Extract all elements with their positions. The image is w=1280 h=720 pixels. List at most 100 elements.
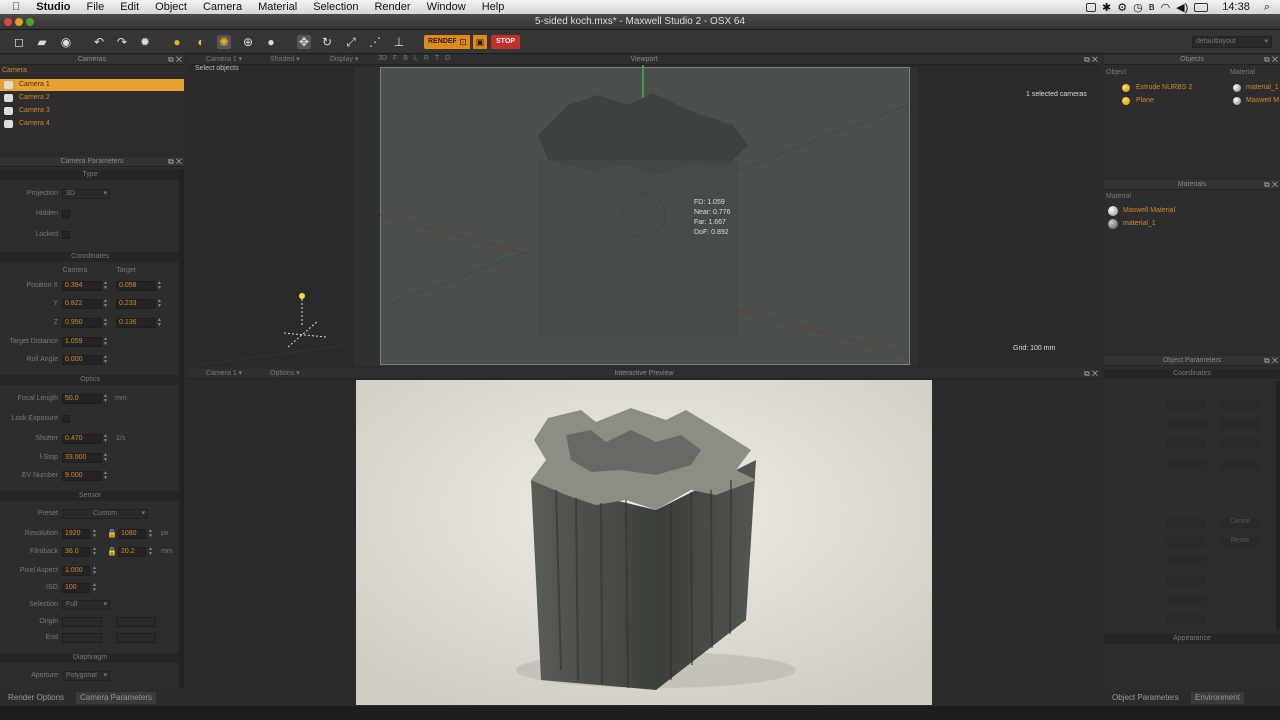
open-folder-icon[interactable]: ▰ — [35, 35, 49, 49]
menu-selection[interactable]: Selection — [305, 0, 366, 14]
view-right-button[interactable]: R — [424, 55, 429, 62]
close-window-icon[interactable] — [4, 18, 12, 26]
clock[interactable]: 14:38 — [1222, 1, 1250, 13]
view-back-button[interactable]: B — [403, 55, 408, 62]
appearance-section[interactable]: Appearance — [1104, 634, 1280, 644]
target-distance-field[interactable]: 1.059 — [62, 337, 102, 347]
save-icon[interactable]: ◉ — [59, 35, 73, 49]
float-panel-icon[interactable]: ⧉ — [1264, 356, 1270, 365]
reset-button[interactable]: Reset — [1220, 537, 1260, 547]
menu-edit[interactable]: Edit — [112, 0, 147, 14]
spinner-icon[interactable]: ▲ ▼ — [103, 434, 109, 444]
object-icon[interactable]: ⊕ — [241, 35, 255, 49]
sun-icon[interactable]: ● — [170, 35, 184, 49]
layout-select[interactable]: defaultlayout ▾ — [1192, 36, 1272, 48]
spinner-icon[interactable]: ▲ ▼ — [148, 529, 154, 539]
material-item[interactable]: material_1 — [1123, 220, 1156, 227]
object-material[interactable]: Maxwell M — [1246, 97, 1280, 104]
view-left-button[interactable]: L — [414, 55, 418, 62]
close-icon[interactable]: ✕ — [176, 55, 182, 64]
spinner-icon[interactable]: ▲ ▼ — [92, 566, 98, 576]
spinner-icon[interactable]: ▲ ▼ — [92, 529, 98, 539]
preset-select[interactable]: Custom ▾ — [62, 509, 148, 519]
fstop-field[interactable]: 33.000 — [62, 453, 102, 463]
undo-icon[interactable]: ↶ — [92, 35, 106, 49]
float-panel-icon[interactable]: ⧉ — [168, 157, 174, 166]
stop-button[interactable]: STOP — [491, 35, 520, 49]
lock-icon[interactable]: 🔒 — [107, 529, 117, 538]
object-item[interactable]: Plane — [1136, 97, 1154, 104]
close-icon[interactable]: ✕ — [1092, 369, 1098, 378]
viewport-camera-menu[interactable]: Camera 1 ▾ — [206, 55, 242, 63]
spinner-icon[interactable]: ▲ ▼ — [103, 471, 109, 481]
menu-camera[interactable]: Camera — [195, 0, 250, 14]
optics-section-header[interactable]: Optics — [0, 375, 180, 385]
type-section-header[interactable]: Type — [0, 170, 180, 180]
sphere-icon[interactable]: ● — [264, 35, 278, 49]
shutter-field[interactable]: 0.470 — [62, 434, 102, 444]
close-icon[interactable]: ✕ — [1092, 55, 1098, 64]
iso-field[interactable]: 100 — [62, 583, 90, 593]
camera-list-item[interactable]: Camera 3 — [0, 105, 184, 117]
tab-object-parameters[interactable]: Object Parameters — [1112, 692, 1179, 704]
float-panel-icon[interactable]: ⧉ — [1264, 55, 1270, 64]
sensor-section-header[interactable]: Sensor — [0, 491, 180, 501]
bluetooth-icon[interactable]: ʙ — [1149, 1, 1155, 13]
spinner-icon[interactable]: ▲ ▼ — [148, 547, 154, 557]
close-icon[interactable]: ✕ — [1272, 180, 1278, 189]
scale-tool-icon[interactable]: ⤢ — [344, 35, 358, 49]
hidden-checkbox[interactable] — [62, 210, 70, 218]
zoom-window-icon[interactable] — [26, 18, 34, 26]
locked-checkbox[interactable] — [62, 231, 70, 239]
menu-help[interactable]: Help — [474, 0, 513, 14]
new-scene-icon[interactable]: ◻ — [12, 35, 26, 49]
preview-options-menu[interactable]: Options ▾ — [270, 369, 300, 377]
render-preview-image[interactable] — [356, 380, 932, 705]
move-tool-icon[interactable]: ✥ — [297, 35, 311, 49]
target-z-field[interactable]: 0.136 — [116, 318, 156, 328]
settings-icon[interactable]: ✹ — [138, 35, 152, 49]
float-panel-icon[interactable]: ⧉ — [1264, 180, 1270, 189]
spinner-icon[interactable]: ▲ ▼ — [92, 583, 98, 593]
focal-length-field[interactable]: 50.0 — [62, 394, 102, 404]
spinner-icon[interactable]: ▲ ▼ — [103, 299, 109, 309]
view-3d-button[interactable]: 3D — [378, 55, 387, 62]
pixel-aspect-field[interactable]: 1.000 — [62, 566, 90, 576]
rotate-tool-icon[interactable]: ↻ — [320, 35, 334, 49]
time-machine-icon[interactable]: ◷ — [1133, 1, 1143, 14]
object-material[interactable]: material_1 — [1246, 84, 1280, 91]
tab-camera-parameters[interactable]: Camera Parameters — [76, 692, 157, 704]
camera-list-item[interactable]: Camera 4 — [0, 118, 184, 130]
object-params-scrollbar[interactable] — [1276, 381, 1280, 631]
camera-list-item[interactable]: Camera 1 — [0, 79, 184, 91]
float-panel-icon[interactable]: ⧉ — [168, 55, 174, 64]
close-icon[interactable]: ✕ — [176, 157, 182, 166]
coordinates-section-header[interactable]: Coordinates — [0, 252, 180, 262]
camera-x-field[interactable]: 0.394 — [62, 281, 102, 291]
redo-icon[interactable]: ↷ — [115, 35, 129, 49]
lock-icon[interactable]: 🔒 — [107, 547, 117, 556]
close-icon[interactable]: ✕ — [1272, 356, 1278, 365]
material-icon[interactable]: ◐ — [194, 35, 208, 49]
selection-select[interactable]: Full ▾ — [62, 600, 110, 610]
menu-file[interactable]: File — [78, 0, 112, 14]
object-coords-section[interactable]: Coordinates — [1104, 369, 1280, 379]
float-panel-icon[interactable]: ⧉ — [1084, 55, 1090, 64]
spinner-icon[interactable]: ▲ ▼ — [103, 337, 109, 347]
tab-environment[interactable]: Environment — [1191, 692, 1244, 704]
camera-z-field[interactable]: 0.950 — [62, 318, 102, 328]
spinner-icon[interactable]: ▲ ▼ — [103, 281, 109, 291]
spinner-icon[interactable]: ▲ ▼ — [157, 299, 163, 309]
target-y-field[interactable]: 0.233 — [116, 299, 156, 309]
resolution-height-field[interactable]: 1080 — [118, 529, 146, 539]
tab-render-options[interactable]: Render Options — [8, 692, 64, 704]
aperture-select[interactable]: Polygonal ▾ — [62, 671, 110, 681]
camera-target-handle[interactable] — [299, 293, 305, 299]
camera-list-item[interactable]: Camera 2 — [0, 92, 184, 104]
spinner-icon[interactable]: ▲ ▼ — [157, 281, 163, 291]
snap-tool-icon[interactable]: ⊥ — [392, 35, 406, 49]
spinner-icon[interactable]: ▲ ▼ — [103, 355, 109, 365]
view-front-button[interactable]: F — [393, 55, 397, 62]
spinner-icon[interactable]: ▲ ▼ — [92, 547, 98, 557]
camera-y-field[interactable]: 0.822 — [62, 299, 102, 309]
